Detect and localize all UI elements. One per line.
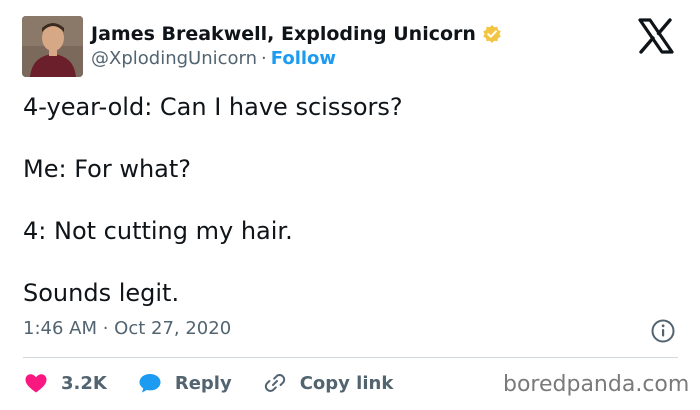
author-name-row: James Breakwell, Exploding Unicorn — [91, 21, 502, 47]
post-text: 4-year-old: Can I have scissors? Me: For… — [23, 92, 663, 340]
author-handle[interactable]: @XplodingUnicorn — [91, 48, 257, 69]
copy-link-label: Copy link — [299, 372, 394, 394]
tweet-card: James Breakwell, Exploding Unicorn @Xplo… — [0, 0, 700, 410]
x-logo-icon[interactable] — [636, 18, 676, 54]
like-count: 3.2K — [61, 372, 107, 394]
link-icon — [262, 370, 288, 396]
avatar[interactable] — [22, 16, 83, 77]
post-line: Sounds legit. — [23, 279, 180, 307]
post-timestamp[interactable]: 1:46 AM · Oct 27, 2020 — [23, 318, 231, 339]
author-name[interactable]: James Breakwell, Exploding Unicorn — [91, 23, 476, 45]
post-line: 4: Not cutting my hair. — [23, 217, 293, 245]
verified-badge-icon — [482, 24, 502, 44]
heart-icon — [23, 370, 49, 396]
post-line: Me: For what? — [23, 155, 192, 183]
info-icon[interactable] — [650, 318, 676, 344]
like-button[interactable]: 3.2K — [23, 370, 107, 396]
watermark: boredpanda.com — [503, 372, 690, 397]
action-bar: 3.2K Reply Copy link — [23, 369, 423, 397]
follow-button[interactable]: Follow — [271, 48, 336, 69]
copy-link-button[interactable]: Copy link — [262, 370, 394, 396]
reply-label: Reply — [174, 372, 232, 394]
handle-row: @XplodingUnicorn · Follow — [91, 48, 336, 69]
separator-dot: · — [261, 48, 267, 69]
divider — [23, 357, 678, 358]
post-line: 4-year-old: Can I have scissors? — [23, 93, 403, 121]
reply-button[interactable]: Reply — [137, 370, 232, 396]
reply-bubble-icon — [137, 370, 163, 396]
